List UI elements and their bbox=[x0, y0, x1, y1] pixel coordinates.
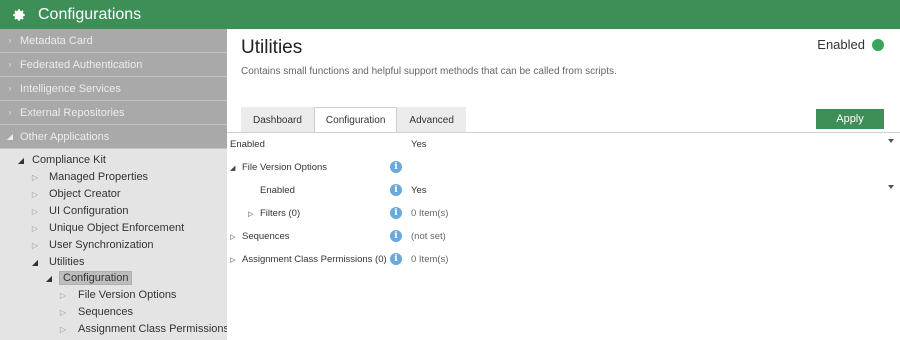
property-label-text: Filters (0) bbox=[260, 208, 301, 219]
info-icon[interactable]: i bbox=[390, 207, 402, 219]
tree-item-user-synchronization[interactable]: ▷ User Synchronization bbox=[28, 237, 154, 253]
tree-item-file-version-options[interactable]: ▷ File Version Options bbox=[56, 287, 177, 303]
property-value[interactable]: Yes bbox=[411, 179, 427, 202]
sidebar-item-label: Intelligence Services bbox=[20, 82, 121, 95]
tree-item-managed-properties[interactable]: ▷ Managed Properties bbox=[28, 169, 148, 185]
grid-row-fvo-enabled[interactable]: Enabled i Yes bbox=[227, 179, 900, 202]
main-content: Utilities Contains small functions and h… bbox=[227, 29, 900, 340]
gear-icon bbox=[13, 8, 25, 21]
tab-advanced[interactable]: Advanced bbox=[397, 107, 466, 132]
property-value: 0 Item(s) bbox=[411, 254, 449, 265]
property-label: ◢ File Version Options bbox=[230, 156, 327, 179]
tree-item-label: Configuration bbox=[59, 271, 133, 285]
info-icon[interactable]: i bbox=[390, 184, 402, 196]
collapsed-triangle-icon[interactable]: ▷ bbox=[248, 210, 260, 218]
status-label: Enabled bbox=[817, 37, 865, 52]
expanded-triangle-icon: ◢ bbox=[31, 257, 39, 267]
collapsed-triangle-icon: ▷ bbox=[31, 172, 39, 182]
tree-item-label: Unique Object Enforcement bbox=[49, 222, 185, 234]
apply-button[interactable]: Apply bbox=[816, 109, 884, 129]
collapsed-triangle-icon: ▷ bbox=[31, 206, 39, 216]
tree-item-label: Assignment Class Permissions ( bbox=[78, 323, 227, 335]
tree-item-ui-configuration[interactable]: ▷ UI Configuration bbox=[28, 203, 129, 219]
collapsed-triangle-icon[interactable]: ▷ bbox=[230, 233, 242, 241]
expanded-triangle-icon: ◢ bbox=[45, 273, 53, 283]
collapsed-triangle-icon: ▷ bbox=[31, 189, 39, 199]
grid-row-file-version-options[interactable]: ◢ File Version Options i bbox=[227, 156, 900, 179]
title-bar: Configurations bbox=[0, 0, 900, 29]
property-value[interactable]: Yes bbox=[411, 133, 427, 156]
property-label-text: Sequences bbox=[242, 231, 290, 242]
property-label: Enabled bbox=[260, 185, 295, 196]
tree-item-assignment-class-permissions[interactable]: ▷ Assignment Class Permissions ( bbox=[56, 321, 227, 337]
property-label: ▷ Filters (0) bbox=[248, 202, 300, 225]
tree-item-configuration[interactable]: ◢ Configuration bbox=[42, 270, 133, 286]
tree-item-label: User Synchronization bbox=[49, 239, 154, 251]
tree-item-label: Object Creator bbox=[49, 188, 121, 200]
info-icon[interactable]: i bbox=[390, 253, 402, 265]
chevron-right-icon: › bbox=[8, 84, 12, 93]
sidebar-item-label: External Repositories bbox=[20, 106, 125, 119]
property-label: ▷ Assignment Class Permissions (0) bbox=[230, 248, 387, 271]
tree-item-label: Sequences bbox=[78, 306, 134, 318]
expanded-triangle-icon[interactable]: ◢ bbox=[230, 164, 242, 172]
tree-item-object-creator[interactable]: ▷ Object Creator bbox=[28, 186, 121, 202]
sidebar-item-label: Other Applications bbox=[20, 130, 110, 143]
collapsed-triangle-icon: ▷ bbox=[59, 307, 67, 317]
sidebar-item-other-applications[interactable]: ◢ Other Applications bbox=[0, 125, 227, 149]
dropdown-arrow-icon[interactable] bbox=[888, 139, 894, 143]
chevron-right-icon: › bbox=[8, 36, 12, 45]
property-label: Enabled bbox=[230, 139, 265, 150]
property-label-text: File Version Options bbox=[242, 162, 328, 173]
tab-bar: Dashboard Configuration Advanced bbox=[241, 107, 466, 133]
app-title: Configurations bbox=[38, 5, 142, 23]
info-icon[interactable]: i bbox=[390, 161, 402, 173]
tree-item-label: UI Configuration bbox=[49, 205, 129, 217]
property-value: (not set) bbox=[411, 231, 446, 242]
chevron-right-icon: › bbox=[8, 60, 12, 69]
sidebar-item-metadata-card[interactable]: › Metadata Card bbox=[0, 29, 227, 53]
grid-row-filters[interactable]: ▷ Filters (0) i 0 Item(s) bbox=[227, 202, 900, 225]
page-description: Contains small functions and helpful sup… bbox=[241, 66, 617, 77]
tree-item-sequences[interactable]: ▷ Sequences bbox=[56, 304, 133, 320]
sidebar-item-intelligence-services[interactable]: › Intelligence Services bbox=[0, 77, 227, 101]
sidebar-item-label: Metadata Card bbox=[20, 34, 93, 47]
collapsed-triangle-icon[interactable]: ▷ bbox=[230, 256, 242, 264]
info-icon[interactable]: i bbox=[390, 230, 402, 242]
grid-row-assignment-class-permissions[interactable]: ▷ Assignment Class Permissions (0) i 0 I… bbox=[227, 248, 900, 271]
sidebar-item-external-repositories[interactable]: › External Repositories bbox=[0, 101, 227, 125]
status-indicator: Enabled bbox=[817, 37, 884, 52]
collapsed-triangle-icon: ▷ bbox=[59, 324, 67, 334]
tree-item-label: Utilities bbox=[49, 256, 85, 268]
tree-item-label: File Version Options bbox=[78, 289, 177, 301]
tree-item-utilities[interactable]: ◢ Utilities bbox=[28, 254, 85, 270]
property-label: ▷ Sequences bbox=[230, 225, 290, 248]
grid-row-sequences[interactable]: ▷ Sequences i (not set) bbox=[227, 225, 900, 248]
sidebar: › Metadata Card › Federated Authenticati… bbox=[0, 29, 227, 340]
status-dot-icon bbox=[872, 38, 884, 51]
expanded-triangle-icon: ◢ bbox=[6, 132, 14, 141]
sidebar-item-federated-authentication[interactable]: › Federated Authentication bbox=[0, 53, 227, 77]
collapsed-triangle-icon: ▷ bbox=[59, 290, 67, 300]
sidebar-item-label: Federated Authentication bbox=[20, 58, 143, 71]
collapsed-triangle-icon: ▷ bbox=[31, 240, 39, 250]
tab-configuration[interactable]: Configuration bbox=[313, 107, 398, 133]
expanded-triangle-icon: ◢ bbox=[17, 155, 25, 165]
chevron-right-icon: › bbox=[8, 108, 12, 117]
grid-row-enabled[interactable]: Enabled Yes bbox=[227, 133, 900, 156]
property-value: 0 Item(s) bbox=[411, 208, 449, 219]
page-title: Utilities bbox=[241, 37, 303, 58]
collapsed-triangle-icon: ▷ bbox=[31, 223, 39, 233]
tree-item-label: Managed Properties bbox=[49, 171, 149, 183]
tree-item-label: Compliance Kit bbox=[32, 154, 106, 166]
tab-dashboard[interactable]: Dashboard bbox=[241, 107, 314, 132]
tree-item-unique-object-enforcement[interactable]: ▷ Unique Object Enforcement bbox=[28, 220, 184, 236]
dropdown-arrow-icon[interactable] bbox=[888, 185, 894, 189]
property-label-text: Assignment Class Permissions (0) bbox=[242, 254, 387, 265]
tree-item-compliance-kit[interactable]: ◢ Compliance Kit bbox=[14, 152, 106, 168]
